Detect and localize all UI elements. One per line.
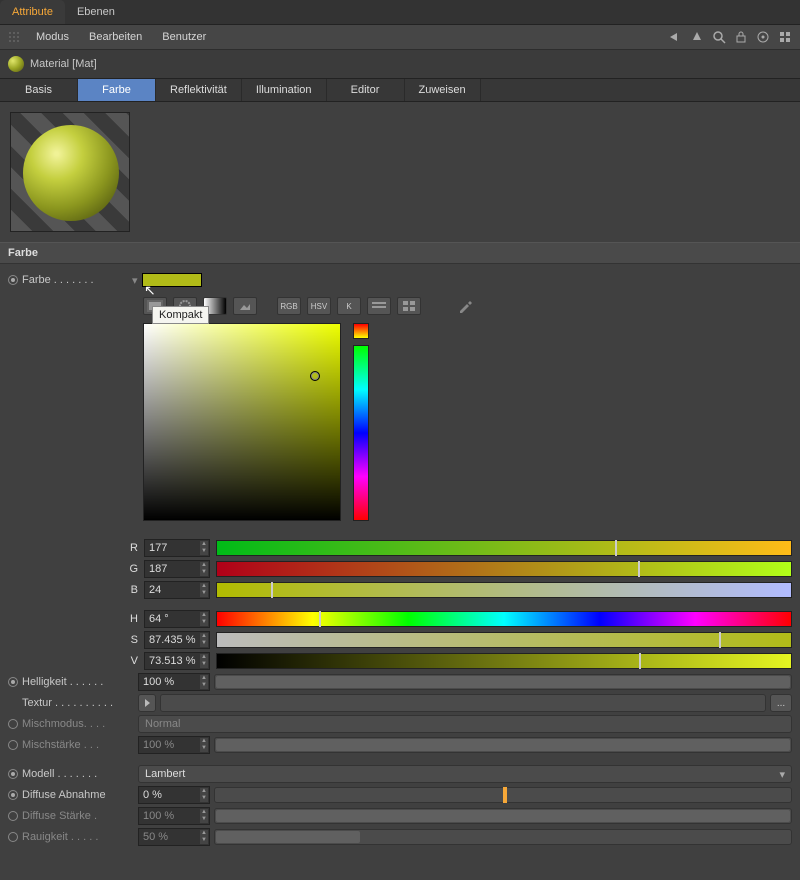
param-bullet [8, 811, 18, 821]
input-b[interactable]: 24▲▼ [144, 581, 210, 599]
slider-v[interactable] [216, 653, 792, 669]
subtab-farbe[interactable]: Farbe [78, 79, 156, 101]
input-v[interactable]: 73.513 %▲▼ [144, 652, 210, 670]
slider-mischstaerke[interactable] [214, 737, 792, 753]
hue-current-swatch [353, 323, 369, 339]
slider-h[interactable] [216, 611, 792, 627]
label-diffuse-staerke: Diffuse Stärke [22, 810, 91, 822]
input-helligkeit[interactable]: 100 %▲▼ [138, 673, 210, 691]
up-arrow-icon[interactable] [690, 30, 704, 44]
mode-hsv-button[interactable]: HSV [307, 297, 331, 315]
eyedropper-icon[interactable] [453, 297, 477, 315]
label-textur: Textur [22, 697, 52, 709]
subtab-illumination[interactable]: Illumination [242, 79, 327, 101]
subtab-zuweisen[interactable]: Zuweisen [405, 79, 481, 101]
label-b: B [124, 584, 138, 596]
grip-icon [8, 31, 20, 43]
material-title: Material [Mat] [30, 58, 97, 70]
slider-g[interactable] [216, 561, 792, 577]
input-r[interactable]: 177▲▼ [144, 539, 210, 557]
subtab-editor[interactable]: Editor [327, 79, 405, 101]
label-g: G [124, 563, 138, 575]
textur-browse-button[interactable]: ... [770, 694, 792, 712]
search-icon[interactable] [712, 30, 726, 44]
label-s: S [124, 634, 138, 646]
input-textur[interactable] [160, 694, 766, 712]
grid-icon[interactable] [778, 30, 792, 44]
label-v: V [124, 655, 138, 667]
input-diffuse-abnahme[interactable]: 0 %▲▼ [138, 786, 210, 804]
mode-swatches-icon[interactable] [397, 297, 421, 315]
slider-diffuse-staerke[interactable] [214, 808, 792, 824]
picker-mode-image-icon[interactable] [233, 297, 257, 315]
menu-modus[interactable]: Modus [26, 29, 79, 45]
menu-benutzer[interactable]: Benutzer [152, 29, 216, 45]
dropdown-arrow-icon[interactable]: ▾ [132, 274, 138, 287]
input-diffuse-staerke[interactable]: 100 %▲▼ [138, 807, 210, 825]
lock-icon[interactable] [734, 30, 748, 44]
label-h: H [124, 613, 138, 625]
input-mischstaerke[interactable]: 100 %▲▼ [138, 736, 210, 754]
param-bullet [8, 740, 18, 750]
hue-slider[interactable] [353, 345, 369, 521]
input-g[interactable]: 187▲▼ [144, 560, 210, 578]
mode-kelvin-icon[interactable]: K [337, 297, 361, 315]
section-farbe-header: Farbe [0, 242, 800, 264]
label-r: R [124, 542, 138, 554]
mode-rgb-button[interactable]: RGB [277, 297, 301, 315]
tab-attribute[interactable]: Attribute [0, 0, 65, 24]
textur-expand-button[interactable] [138, 694, 156, 712]
mode-mixer-icon[interactable] [367, 297, 391, 315]
subtab-basis[interactable]: Basis [0, 79, 78, 101]
select-modell[interactable]: Lambert▾ [138, 765, 792, 783]
slider-s[interactable] [216, 632, 792, 648]
material-sphere-icon [8, 56, 24, 72]
material-preview[interactable] [10, 112, 130, 232]
sv-picker[interactable] [143, 323, 341, 521]
slider-r[interactable] [216, 540, 792, 556]
param-bullet[interactable] [8, 790, 18, 800]
select-mischmodus[interactable]: Normal [138, 715, 792, 733]
slider-helligkeit[interactable] [214, 674, 792, 690]
color-swatch[interactable] [142, 273, 202, 287]
label-rauigkeit: Rauigkeit [22, 831, 68, 843]
label-modell: Modell [22, 768, 54, 780]
label-helligkeit: Helligkeit [22, 676, 67, 688]
input-rauigkeit[interactable]: 50 %▲▼ [138, 828, 210, 846]
param-bullet[interactable] [8, 769, 18, 779]
target-icon[interactable] [756, 30, 770, 44]
param-bullet [8, 719, 18, 729]
tooltip-kompakt: Kompakt [152, 306, 209, 324]
label-diffuse-abnahme: Diffuse Abnahme [22, 789, 138, 801]
slider-b[interactable] [216, 582, 792, 598]
slider-diffuse-abnahme[interactable] [214, 787, 792, 803]
label-mischmodus: Mischmodus [22, 718, 84, 730]
input-s[interactable]: 87.435 %▲▼ [144, 631, 210, 649]
label-mischstaerke: Mischstärke [22, 739, 81, 751]
back-arrow-icon[interactable] [668, 30, 682, 44]
subtab-reflektivitaet[interactable]: Reflektivität [156, 79, 242, 101]
label-farbe: Farbe [22, 274, 51, 286]
param-bullet[interactable] [8, 677, 18, 687]
tab-ebenen[interactable]: Ebenen [65, 0, 127, 24]
param-bullet [8, 832, 18, 842]
param-bullet[interactable] [8, 275, 18, 285]
slider-rauigkeit[interactable] [214, 829, 792, 845]
input-h[interactable]: 64 °▲▼ [144, 610, 210, 628]
menu-bearbeiten[interactable]: Bearbeiten [79, 29, 152, 45]
